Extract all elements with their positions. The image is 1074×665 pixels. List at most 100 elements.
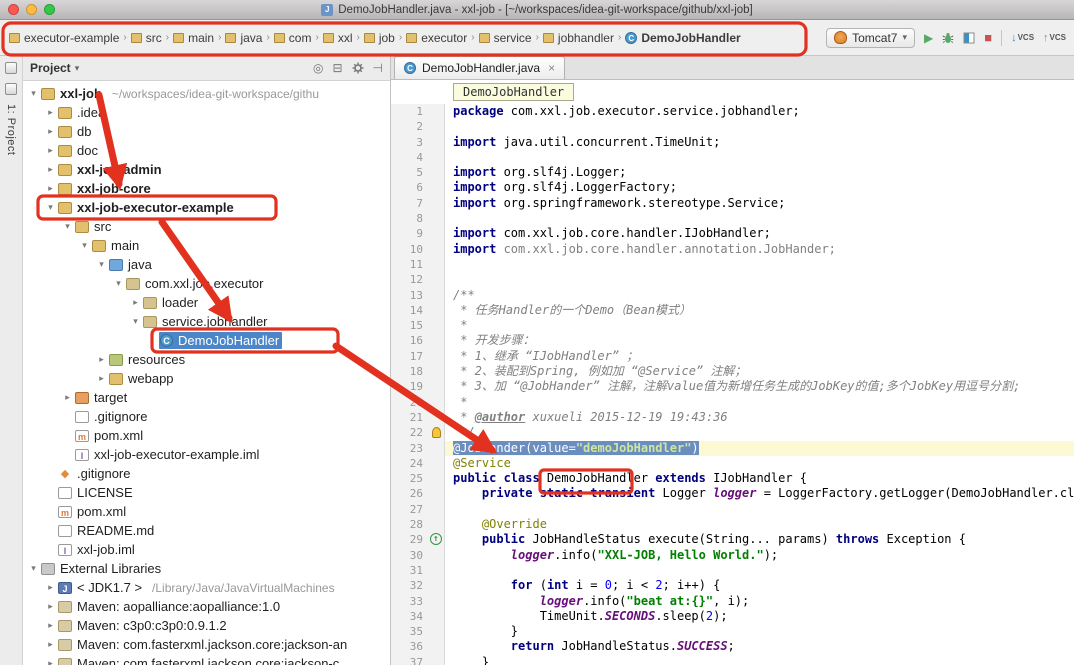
line-number[interactable]: 33 xyxy=(391,594,429,609)
code-text[interactable]: * 3、加 “@JobHander” 注解，注解value值为新增任务生成的Jo… xyxy=(445,379,1074,394)
code-text[interactable]: @JobHander(value="demoJobHandler") xyxy=(445,441,1074,456)
line-number[interactable]: 32 xyxy=(391,578,429,593)
tree-expand-arrow[interactable]: ▸ xyxy=(44,601,57,612)
gutter[interactable] xyxy=(429,333,445,348)
breadcrumb-item-executor-example[interactable]: executor-example xyxy=(6,29,122,47)
line-number[interactable]: 17 xyxy=(391,349,429,364)
tree-item-readme-md[interactable]: README.md xyxy=(23,521,390,540)
gutter[interactable] xyxy=(429,609,445,624)
code-text[interactable] xyxy=(445,211,1074,226)
gutter[interactable] xyxy=(429,211,445,226)
breadcrumb-item-com[interactable]: com xyxy=(271,29,315,47)
collapse-all-icon[interactable]: ⊟ xyxy=(332,61,342,75)
line-number[interactable]: 2 xyxy=(391,119,429,134)
gutter[interactable] xyxy=(429,364,445,379)
gutter[interactable] xyxy=(429,456,445,471)
coverage-button[interactable] xyxy=(963,32,975,44)
line-number[interactable]: 14 xyxy=(391,303,429,318)
line-number[interactable]: 36 xyxy=(391,639,429,654)
code-text[interactable]: import com.xxl.job.core.handler.IJobHand… xyxy=(445,226,1074,241)
debug-button[interactable] xyxy=(942,32,954,44)
minimize-window-button[interactable] xyxy=(26,4,37,15)
code-text[interactable]: } xyxy=(445,624,1074,639)
gutter[interactable] xyxy=(429,150,445,165)
gutter[interactable] xyxy=(429,272,445,287)
line-number[interactable]: 24 xyxy=(391,456,429,471)
gutter[interactable] xyxy=(429,135,445,150)
line-number[interactable]: 13 xyxy=(391,288,429,303)
code-text[interactable]: import org.springframework.stereotype.Se… xyxy=(445,196,1074,211)
tree-collapse-arrow[interactable]: ▾ xyxy=(129,316,142,327)
tree-item-src[interactable]: ▾src xyxy=(23,217,390,236)
line-number[interactable]: 37 xyxy=(391,655,429,665)
tree-expand-arrow[interactable]: ▸ xyxy=(44,145,57,156)
line-number[interactable]: 21 xyxy=(391,410,429,425)
code-text[interactable]: } xyxy=(445,655,1074,665)
gutter[interactable] xyxy=(429,578,445,593)
line-number[interactable]: 5 xyxy=(391,165,429,180)
breadcrumb-item-xxl[interactable]: xxl xyxy=(320,29,356,47)
line-number[interactable]: 8 xyxy=(391,211,429,226)
tree-item-xxl-job-executor-example[interactable]: ▾xxl-job-executor-example xyxy=(23,198,390,217)
breadcrumb-item-demojobhandler[interactable]: CDemoJobHandler xyxy=(622,29,743,47)
code-text[interactable]: * xyxy=(445,318,1074,333)
tree-expand-arrow[interactable]: ▸ xyxy=(44,582,57,593)
tree-collapse-arrow[interactable]: ▾ xyxy=(27,563,40,574)
line-number[interactable]: 29 xyxy=(391,532,429,547)
code-text[interactable]: package com.xxl.job.executor.service.job… xyxy=(445,104,1074,119)
editor-tab-demojobhandler[interactable]: C DemoJobHandler.java × xyxy=(394,56,565,79)
close-window-button[interactable] xyxy=(8,4,19,15)
tree-item-main[interactable]: ▾main xyxy=(23,236,390,255)
code-text[interactable] xyxy=(445,119,1074,134)
vcs-update-button[interactable]: ↓VCS xyxy=(1011,32,1034,44)
tree-item-resources[interactable]: ▸resources xyxy=(23,350,390,369)
project-view-selector[interactable]: Project▾ xyxy=(30,61,79,75)
tree-item-target[interactable]: ▸target xyxy=(23,388,390,407)
locate-file-icon[interactable]: ◎ xyxy=(313,61,323,75)
tree-item-maven-aopalliance-aopalliance-1-0[interactable]: ▸Maven: aopalliance:aopalliance:1.0 xyxy=(23,597,390,616)
code-text[interactable]: */ xyxy=(445,425,1074,440)
tree-collapse-arrow[interactable]: ▾ xyxy=(112,278,125,289)
gutter[interactable] xyxy=(429,379,445,394)
line-number[interactable]: 1 xyxy=(391,104,429,119)
line-number[interactable]: 20 xyxy=(391,395,429,410)
tree-item-db[interactable]: ▸db xyxy=(23,122,390,141)
tree-item-maven-c3p0-c3p0-0-9-1-2[interactable]: ▸Maven: c3p0:c3p0:0.9.1.2 xyxy=(23,616,390,635)
breadcrumb-item-executor[interactable]: executor xyxy=(403,29,470,47)
line-number[interactable]: 35 xyxy=(391,624,429,639)
stop-button[interactable]: ■ xyxy=(984,32,992,44)
gutter[interactable] xyxy=(429,395,445,410)
line-number[interactable]: 10 xyxy=(391,242,429,257)
tree-item-pom-xml[interactable]: mpom.xml xyxy=(23,502,390,521)
tree-expand-arrow[interactable]: ▸ xyxy=(44,658,57,665)
code-text[interactable]: logger.info("XXL-JOB, Hello World."); xyxy=(445,548,1074,563)
hide-panel-icon[interactable]: ⊣ xyxy=(373,61,383,75)
tree-item-external-libraries[interactable]: ▾External Libraries xyxy=(23,559,390,578)
tree-item-gitignore[interactable]: ◆.gitignore xyxy=(23,464,390,483)
code-text[interactable] xyxy=(445,563,1074,578)
gutter[interactable] xyxy=(429,180,445,195)
gutter[interactable] xyxy=(429,517,445,532)
tree-collapse-arrow[interactable]: ▾ xyxy=(44,202,57,213)
gutter[interactable] xyxy=(429,425,445,440)
gutter[interactable] xyxy=(429,563,445,578)
code-text[interactable]: import org.slf4j.Logger; xyxy=(445,165,1074,180)
gutter[interactable] xyxy=(429,104,445,119)
line-number[interactable]: 19 xyxy=(391,379,429,394)
code-text[interactable]: * xyxy=(445,395,1074,410)
code-text[interactable]: public class DemoJobHandler extends IJob… xyxy=(445,471,1074,486)
code-text[interactable]: public JobHandleStatus execute(String...… xyxy=(445,532,1074,547)
line-number[interactable]: 15 xyxy=(391,318,429,333)
gutter[interactable] xyxy=(429,226,445,241)
close-tab-icon[interactable]: × xyxy=(548,61,555,75)
breadcrumb-item-main[interactable]: main xyxy=(170,29,217,47)
code-text[interactable]: TimeUnit.SECONDS.sleep(2); xyxy=(445,609,1074,624)
code-text[interactable]: * 开发步骤： xyxy=(445,333,1074,348)
tree-item-idea[interactable]: ▸.idea xyxy=(23,103,390,122)
tree-item-xxl-job-core[interactable]: ▸xxl-job-core xyxy=(23,179,390,198)
code-text[interactable]: return JobHandleStatus.SUCCESS; xyxy=(445,639,1074,654)
line-number[interactable]: 27 xyxy=(391,502,429,517)
line-number[interactable]: 26 xyxy=(391,486,429,501)
line-number[interactable]: 9 xyxy=(391,226,429,241)
code-text[interactable]: private static transient Logger logger =… xyxy=(445,486,1074,501)
